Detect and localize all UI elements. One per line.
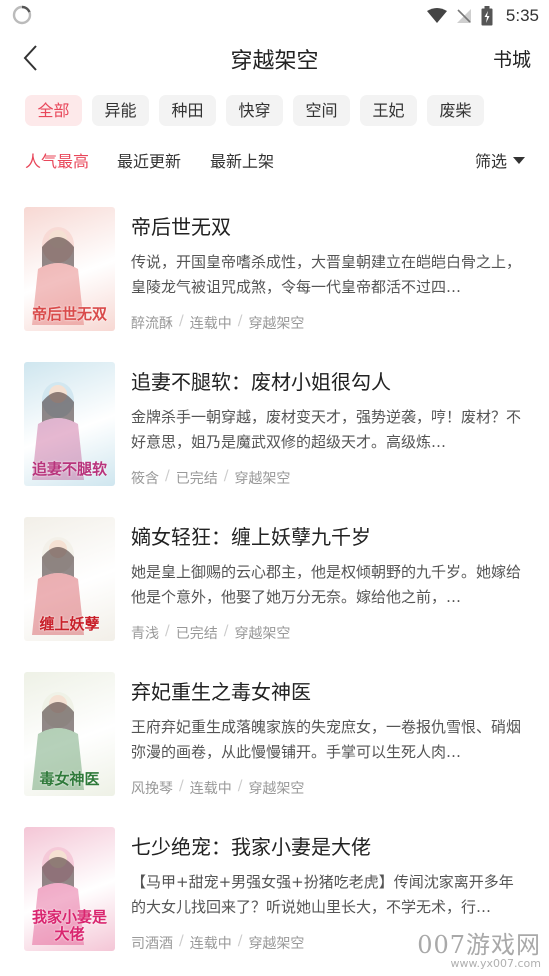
book-description: 她是皇上御赐的云心郡主，他是权倾朝野的九千岁。她嫁给他是个意外，他娶了她万分无奈…: [131, 563, 521, 606]
book-item[interactable]: 毒女神医 弃妃重生之毒女神医 王府弃妃重生成落魄家族的失宠庶女，一卷报仇雪恨、硝…: [0, 670, 549, 825]
cover-title: 追妻不腿软: [31, 460, 107, 478]
filter-button[interactable]: 筛选: [475, 148, 525, 172]
watermark: 007游戏网 www.yx007.com: [417, 925, 541, 970]
cover-title: 毒女神医: [39, 770, 100, 788]
book-description: 【马甲+甜宠+男强女强+扮猪吃老虎】传闻沈家离开多年的大女儿找回来了？听说她山里…: [131, 873, 514, 916]
book-description: 王府弃妃重生成落魄家族的失宠庶女，一卷报仇雪恨、硝烟弥漫的画卷，从此慢慢铺开。手…: [131, 718, 521, 761]
sort-popular[interactable]: 人气最高: [25, 148, 89, 172]
book-item[interactable]: 帝后世无双 帝后世无双 传说，开国皇帝嗜杀成性，大晋皇朝建立在皑皑白骨之上，皇陵…: [0, 205, 549, 360]
book-author: 风挽琴: [131, 781, 173, 797]
book-author: 醉流酥: [131, 316, 173, 332]
sort-row: 人气最高 最近更新 最新上架 筛选: [25, 148, 525, 172]
book-category: 穿越架空: [234, 471, 291, 487]
meta-separator: /: [179, 933, 184, 949]
book-author: 筱含: [131, 471, 159, 487]
book-description: 传说，开国皇帝嗜杀成性，大晋皇朝建立在皑皑白骨之上，皇陵龙气被诅咒成煞，令每一代…: [131, 253, 521, 296]
tag-5[interactable]: 王妃: [360, 95, 417, 126]
book-category: 穿越架空: [234, 626, 291, 642]
book-status: 已完结: [175, 626, 218, 642]
wifi-icon: [426, 8, 447, 23]
book-meta: 醉流酥 / 连载中 / 穿越架空: [131, 313, 304, 333]
book-category: 穿越架空: [248, 781, 305, 797]
book-status: 已完结: [175, 471, 218, 487]
book-title: 追妻不腿软：废材小姐很勾人: [131, 370, 391, 394]
tag-0[interactable]: 全部: [25, 95, 82, 126]
book-item[interactable]: 缠上妖孽 嫡女轻狂：缠上妖孽九千岁 她是皇上御赐的云心郡主，他是权倾朝野的九千岁…: [0, 515, 549, 670]
meta-separator: /: [237, 933, 243, 949]
tag-3[interactable]: 快穿: [226, 95, 283, 126]
meta-separator: /: [237, 778, 243, 794]
tag-6[interactable]: 废柴: [427, 95, 484, 126]
watermark-text: 007游戏网: [417, 931, 541, 959]
book-item[interactable]: 追妻不腿软 追妻不腿软：废材小姐很勾人 金牌杀手一朝穿越，废材变天才，强势逆袭，…: [0, 360, 549, 515]
signal-icon: [456, 9, 471, 23]
book-title: 七少绝宠：我家小妻是大佬: [131, 835, 371, 859]
meta-separator: /: [179, 778, 184, 794]
tag-2[interactable]: 种田: [159, 95, 216, 126]
book-author: 青浅: [131, 626, 159, 642]
book-title: 嫡女轻狂：缠上妖孽九千岁: [131, 525, 371, 549]
filter-label: 筛选: [474, 152, 507, 171]
book-meta: 青浅 / 已完结 / 穿越架空: [131, 623, 290, 643]
book-status: 连载中: [189, 316, 232, 332]
page-title: 穿越架空: [230, 49, 319, 74]
loading-icon: [12, 5, 32, 25]
book-author: 司酒酒: [131, 936, 173, 952]
book-title: 弃妃重生之毒女神医: [131, 680, 311, 704]
book-cover[interactable]: 我家小妻是大佬: [24, 827, 115, 951]
battery-icon: [481, 6, 493, 26]
book-description: 金牌杀手一朝穿越，废材变天才，强势逆袭，哼！废材？不好意思，姐乃是魔武双修的超级…: [131, 408, 521, 451]
status-bar: 5:35: [0, 0, 549, 32]
sort-newest[interactable]: 最新上架: [210, 148, 274, 172]
book-list: 帝后世无双 帝后世无双 传说，开国皇帝嗜杀成性，大晋皇朝建立在皑皑白骨之上，皇陵…: [0, 205, 549, 976]
book-status: 连载中: [189, 781, 232, 797]
bookstore-link[interactable]: 书城: [493, 45, 531, 72]
book-category: 穿越架空: [248, 316, 305, 332]
book-title: 帝后世无双: [131, 215, 231, 239]
meta-separator: /: [165, 623, 170, 639]
header: 穿越架空 书城: [0, 32, 549, 84]
cover-title: 帝后世无双: [31, 305, 107, 323]
book-cover[interactable]: 帝后世无双: [24, 207, 115, 331]
book-cover[interactable]: 追妻不腿软: [24, 362, 115, 486]
meta-separator: /: [223, 623, 229, 639]
tag-1[interactable]: 异能: [92, 95, 149, 126]
book-meta: 筱含 / 已完结 / 穿越架空: [131, 468, 290, 488]
meta-separator: /: [223, 468, 229, 484]
book-meta: 司酒酒 / 连载中 / 穿越架空: [131, 933, 304, 953]
cover-title: 缠上妖孽: [39, 615, 100, 633]
caret-down-icon: [513, 156, 525, 164]
tag-4[interactable]: 空间: [293, 95, 350, 126]
status-time: 5:35: [505, 6, 539, 25]
meta-separator: /: [165, 468, 170, 484]
book-status: 连载中: [189, 936, 232, 952]
book-cover[interactable]: 缠上妖孽: [24, 517, 115, 641]
meta-separator: /: [237, 313, 243, 329]
cover-title: 我家小妻是大佬: [31, 908, 107, 943]
book-cover[interactable]: 毒女神医: [24, 672, 115, 796]
sort-recent-update[interactable]: 最近更新: [117, 148, 181, 172]
meta-separator: /: [179, 313, 184, 329]
book-meta: 风挽琴 / 连载中 / 穿越架空: [131, 778, 304, 798]
book-category: 穿越架空: [248, 936, 305, 952]
category-tags: 全部 异能 种田 快穿 空间 王妃 废柴: [25, 95, 484, 126]
